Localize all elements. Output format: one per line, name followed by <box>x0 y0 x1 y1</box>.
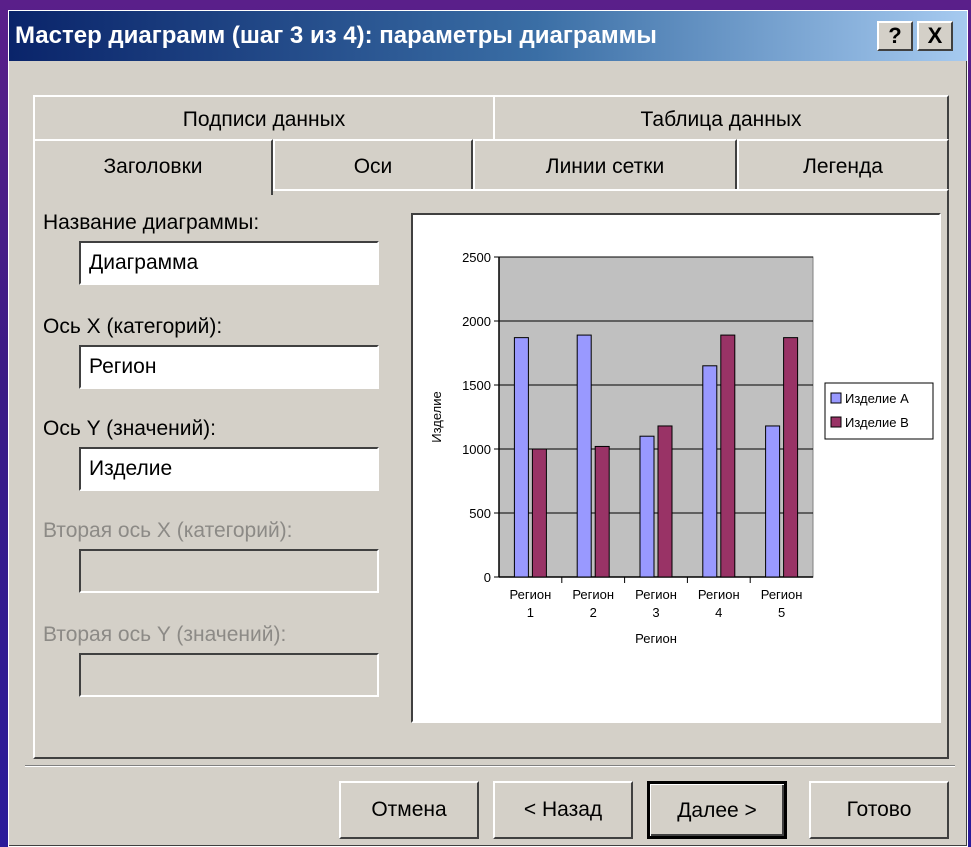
tab-label: Легенда <box>803 155 883 178</box>
tab-label: Оси <box>353 155 393 178</box>
x-tick-label-line1: Регион <box>635 587 677 602</box>
tab-titles[interactable]: Заголовки <box>33 139 273 195</box>
back-button[interactable]: < Назад <box>493 781 633 839</box>
cancel-label: Отмена <box>371 798 447 821</box>
chart-title-label: Название диаграммы: <box>43 211 260 234</box>
finish-label: Готово <box>846 798 912 821</box>
x-tick-label-line1: Регион <box>572 587 614 602</box>
y-tick-label: 0 <box>484 570 491 585</box>
finish-button[interactable]: Готово <box>809 781 949 839</box>
x-axis-title: Регион <box>635 631 677 646</box>
x-tick-label-line1: Регион <box>510 587 552 602</box>
bar-2 <box>783 337 799 578</box>
legend-swatch <box>830 416 842 428</box>
chart-title-field[interactable]: Диаграмма <box>79 241 379 285</box>
tab-label: Таблица данных <box>640 108 802 131</box>
x-tick-label-line2: 1 <box>527 605 534 620</box>
legend-label: Изделие В <box>845 415 909 430</box>
help-button[interactable]: ? <box>877 21 913 51</box>
tab-label: Линии сетки <box>545 155 665 178</box>
chart-svg: 0 500 1000 1500 2000 2500 Регион 1 Регион 2 Регион… <box>429 250 934 646</box>
tab-data-table[interactable]: Таблица данных <box>493 95 949 141</box>
next-button[interactable]: Далее > <box>647 781 787 839</box>
bar-1 <box>513 337 529 578</box>
x-tick-label-line2: 2 <box>590 605 597 620</box>
bar-2 <box>531 448 547 578</box>
title-bar: Мастер диаграмм (шаг 3 из 4): параметры … <box>9 11 967 61</box>
x-tick-label-line2: 5 <box>778 605 785 620</box>
x-axis-field[interactable]: Регион <box>79 345 379 389</box>
y-tick-label: 500 <box>469 506 491 521</box>
bar-2 <box>594 445 610 578</box>
y-tick-label: 2500 <box>462 250 491 265</box>
tab-legend[interactable]: Легенда <box>737 139 949 191</box>
x-tick-label-line1: Регион <box>698 587 740 602</box>
close-button[interactable]: X <box>917 21 953 51</box>
y-axis-title: Изделие <box>429 391 444 442</box>
y-tick-label: 2000 <box>462 314 491 329</box>
y-axis-label: Ось Y (значений): <box>43 417 217 440</box>
x-tick-label-line1: Регион <box>761 587 803 602</box>
divider <box>25 765 955 767</box>
bar-1 <box>702 365 718 578</box>
tab-axes[interactable]: Оси <box>273 139 473 191</box>
legend-swatch <box>830 392 842 404</box>
tab-label: Заголовки <box>103 155 203 178</box>
y-tick-label: 1000 <box>462 442 491 457</box>
y-tick-label: 1500 <box>462 378 491 393</box>
x2-axis-label: Вторая ось X (категорий): <box>43 519 293 542</box>
x-tick-label-line2: 3 <box>652 605 659 620</box>
x-axis-label: Ось X (категорий): <box>43 315 223 338</box>
chart-wizard-dialog: Мастер диаграмм (шаг 3 из 4): параметры … <box>8 10 968 847</box>
legend-label: Изделие А <box>845 391 909 406</box>
bar-1 <box>639 435 655 578</box>
tab-data-labels[interactable]: Подписи данных <box>33 95 495 141</box>
x2-axis-field <box>79 549 379 593</box>
y2-axis-label: Вторая ось Y (значений): <box>43 623 287 646</box>
next-label: Далее > <box>677 799 757 822</box>
bar-1 <box>576 334 592 578</box>
y2-axis-field <box>79 653 379 697</box>
bar-2 <box>657 425 673 578</box>
bar-2 <box>720 334 736 578</box>
window-title: Мастер диаграмм (шаг 3 из 4): параметры … <box>15 22 657 49</box>
chart-preview: 0 500 1000 1500 2000 2500 Регион 1 Регион 2 Регион… <box>411 213 941 723</box>
y-axis-field[interactable]: Изделие <box>79 447 379 491</box>
cancel-button[interactable]: Отмена <box>339 781 479 839</box>
back-label: < Назад <box>523 798 603 821</box>
tab-gridlines[interactable]: Линии сетки <box>473 139 737 191</box>
x-tick-label-line2: 4 <box>715 605 722 620</box>
bar-1 <box>765 425 781 578</box>
tab-label: Подписи данных <box>182 108 346 131</box>
